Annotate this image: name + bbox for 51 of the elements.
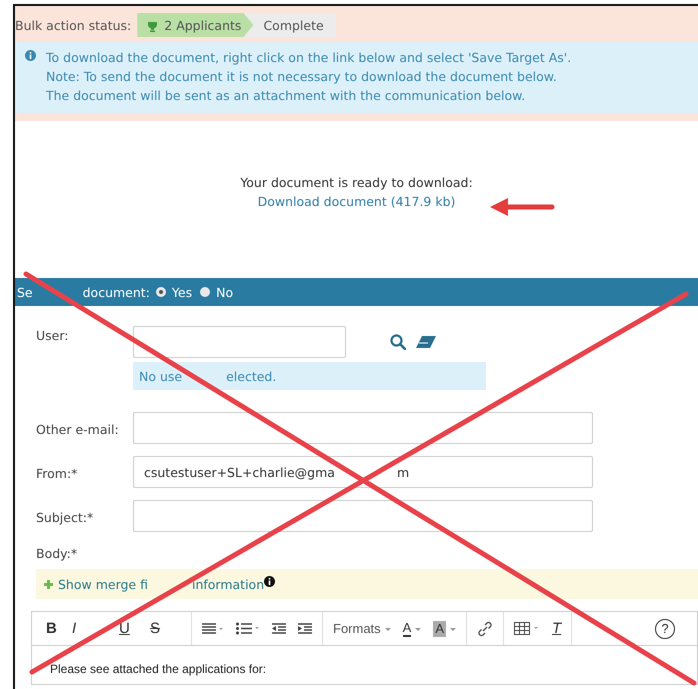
formats-dropdown[interactable]: Formats <box>333 621 391 636</box>
status-step: Complete <box>243 13 336 37</box>
field-label: From:* <box>36 464 78 480</box>
clear-format-button[interactable]: T <box>552 620 562 637</box>
status-label: Bulk action status: <box>15 18 132 32</box>
radio-button[interactable] <box>200 287 210 297</box>
arrow <box>490 198 554 216</box>
input-field[interactable] <box>133 500 593 532</box>
editor-text[interactable]: Please see attached the applications for: <box>31 645 698 685</box>
download-link[interactable]: Download document (417.9 kb) <box>258 192 456 211</box>
radio-button[interactable] <box>156 287 166 297</box>
indent-icon[interactable] <box>298 622 312 634</box>
ready-message: Your document is ready to download: <box>240 174 473 192</box>
merge-link[interactable]: information <box>192 576 264 592</box>
bullet-list-icon[interactable] <box>236 622 260 635</box>
info-text: The document will be sent as an attachment with the communication below. <box>46 87 526 105</box>
info-icon <box>25 50 36 61</box>
radio-label: No <box>216 284 234 300</box>
text-color-button[interactable]: A <box>402 620 422 636</box>
input-field[interactable] <box>133 412 593 444</box>
plus-icon <box>44 580 53 588</box>
info-text: Note: To send the document it is not necessary to download the document below. <box>46 68 558 86</box>
merge-link[interactable]: Show merge fi <box>58 576 148 592</box>
field-label: User: <box>36 327 70 343</box>
outdent-icon[interactable] <box>272 622 286 634</box>
radio-label: Yes <box>172 284 192 300</box>
field-value: csutestuser+SL+charlie@gma <box>144 464 335 480</box>
send-label: document: <box>82 284 150 300</box>
info-icon <box>264 576 276 586</box>
italic-button[interactable]: I <box>72 620 119 637</box>
user-note: elected. <box>226 368 276 384</box>
status-step: 2 Applicants <box>137 13 254 37</box>
field-label: Subject:* <box>36 508 94 524</box>
user-field[interactable] <box>133 326 346 358</box>
bold-button[interactable]: B <box>46 620 72 637</box>
user-note: No use <box>139 368 182 384</box>
field-value: m <box>396 464 410 480</box>
align-icon[interactable] <box>202 622 224 634</box>
help-button[interactable]: ? <box>655 618 675 638</box>
input-field[interactable]: csutestuser+SL+charlie@gma m <box>133 456 593 488</box>
underline-button[interactable]: U <box>119 620 150 637</box>
table-icon[interactable] <box>514 622 540 635</box>
strikethrough-button[interactable]: S <box>150 620 181 637</box>
search-icon[interactable] <box>390 334 406 350</box>
link-icon[interactable] <box>477 620 494 636</box>
send-label: Se <box>17 284 33 300</box>
eraser-icon[interactable] <box>416 336 436 348</box>
info-text: To download the document, right click on the link below and select 'Save Target As'. <box>46 49 572 67</box>
trophy-icon <box>147 20 158 32</box>
body-label: Body:* <box>36 546 78 561</box>
field-label: Other e-mail: <box>36 420 120 436</box>
